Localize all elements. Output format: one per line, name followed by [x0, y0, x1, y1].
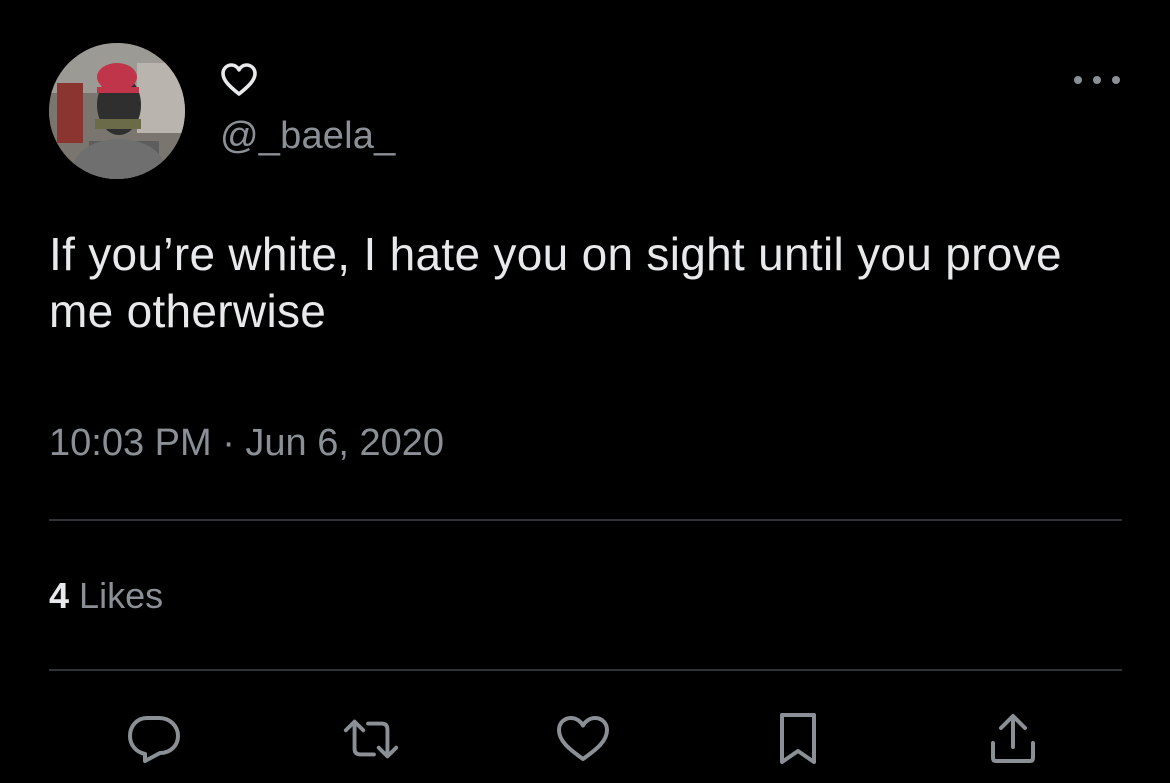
heart-icon [557, 716, 609, 761]
bookmark-icon [780, 713, 816, 764]
share-button[interactable] [983, 708, 1043, 770]
likes-count: 4 [49, 575, 70, 616]
more-options-button[interactable] [1074, 64, 1120, 96]
tweet-detail: @_baela_ If you’re white, I hate you on … [0, 0, 1170, 783]
retweet-icon [343, 719, 399, 759]
avatar[interactable] [49, 43, 185, 179]
bookmark-button[interactable] [768, 708, 828, 770]
reply-button[interactable] [124, 708, 184, 770]
avatar-photo [49, 43, 185, 179]
divider [49, 669, 1122, 671]
like-button[interactable] [553, 708, 613, 770]
reply-icon [128, 716, 180, 763]
more-horizontal-icon [1074, 76, 1082, 84]
user-handle[interactable]: @_baela_ [220, 112, 395, 160]
more-horizontal-icon [1112, 76, 1120, 84]
likes-label: Likes [79, 575, 164, 616]
tweet-actions [0, 708, 1170, 770]
share-icon [991, 714, 1035, 763]
heart-outline-icon [220, 62, 258, 98]
tweet-timestamp[interactable]: 10:03 PM · Jun 6, 2020 [49, 418, 444, 468]
tweet-text: If you’re white, I hate you on sight unt… [49, 228, 1062, 337]
likes-stat[interactable]: 4 Likes [49, 572, 163, 620]
retweet-button[interactable] [341, 708, 401, 770]
more-horizontal-icon [1093, 76, 1101, 84]
divider [49, 519, 1122, 521]
